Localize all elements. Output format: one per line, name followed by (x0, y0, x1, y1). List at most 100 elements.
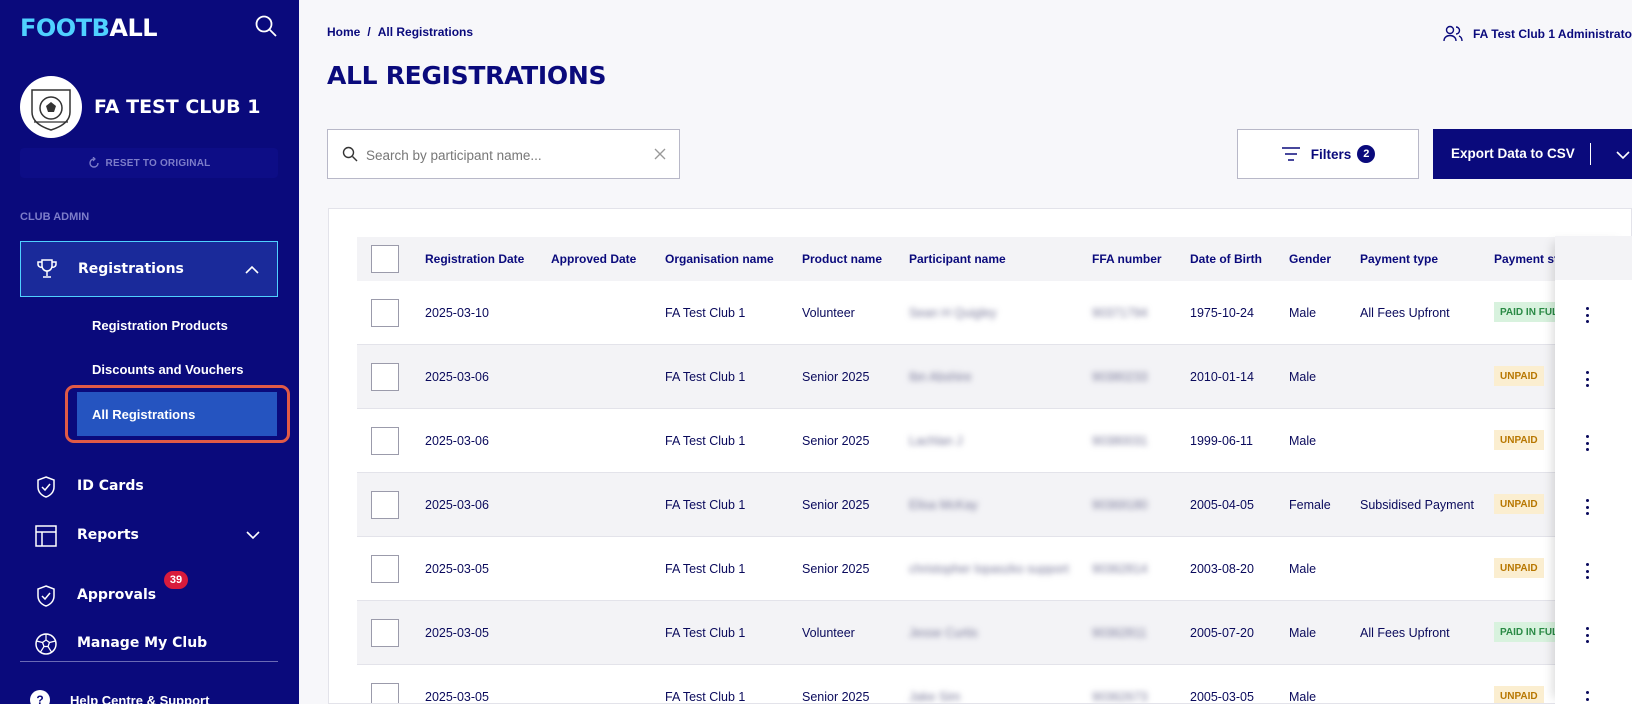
row-checkbox[interactable] (371, 683, 399, 703)
table-row[interactable]: 2025-03-10 FA Test Club 1 Volunteer Sean… (357, 281, 1631, 345)
table-row[interactable]: 2025-03-06 FA Test Club 1 Senior 2025 El… (357, 473, 1631, 537)
table-row[interactable]: 2025-03-05 FA Test Club 1 Senior 2025 ch… (357, 537, 1631, 601)
cell-participant[interactable]: Elisa McKay (909, 498, 978, 512)
row-checkbox[interactable] (371, 491, 399, 519)
more-actions-icon[interactable] (1580, 625, 1594, 645)
table-header: Registration Date Approved Date Organisa… (357, 237, 1631, 281)
more-actions-icon[interactable] (1580, 497, 1594, 517)
button-divider (1590, 143, 1591, 165)
reset-label: RESET TO ORIGINAL (105, 157, 211, 169)
column-header[interactable]: Approved Date (551, 252, 636, 266)
cell-registration-date: 2025-03-06 (425, 434, 489, 448)
sidebar-item-reports[interactable]: Reports (20, 515, 278, 555)
approvals-count-badge: 39 (164, 571, 188, 589)
column-header[interactable]: Gender (1289, 252, 1331, 266)
sidebar: FOOTBALL FA TEST CLUB 1 RESET TO ORIGINA… (0, 0, 299, 704)
row-checkbox[interactable] (371, 299, 399, 327)
search-input[interactable] (366, 142, 646, 168)
row-checkbox[interactable] (371, 427, 399, 455)
column-header[interactable]: Date of Birth (1190, 252, 1262, 266)
highlight-outline (65, 385, 290, 443)
reset-to-original-button[interactable]: RESET TO ORIGINAL (20, 148, 278, 178)
cell-participant[interactable]: Ibn Abshire (909, 370, 972, 384)
status-badge: UNPAID (1494, 366, 1544, 386)
cell-product: Volunteer (802, 626, 855, 640)
cell-participant[interactable]: Sean H Quigley (909, 306, 997, 320)
cell-organisation: FA Test Club 1 (665, 626, 746, 640)
more-actions-icon[interactable] (1580, 689, 1594, 704)
column-header[interactable]: FFA number (1092, 252, 1162, 266)
football-logo[interactable]: FOOTBALL (20, 14, 158, 42)
sidebar-item-approvals[interactable]: Approvals 39 (20, 571, 278, 615)
cell-product: Volunteer (802, 306, 855, 320)
chevron-down-icon[interactable] (1616, 148, 1630, 163)
more-actions-icon[interactable] (1580, 369, 1594, 389)
user-menu[interactable]: FA Test Club 1 Administrator (1443, 25, 1632, 43)
sidebar-item-registrations[interactable]: Registrations (20, 241, 278, 297)
column-header[interactable]: Participant name (909, 252, 1006, 266)
cell-organisation: FA Test Club 1 (665, 690, 746, 704)
column-header[interactable]: Payment type (1360, 252, 1438, 266)
cell-ffa-number: 90380233 (1092, 370, 1148, 384)
cell-ffa-number: 90369180 (1092, 498, 1148, 512)
breadcrumb-home[interactable]: Home (327, 25, 360, 39)
table-row[interactable]: 2025-03-06 FA Test Club 1 Senior 2025 La… (357, 409, 1631, 473)
cell-dob: 2005-07-20 (1190, 626, 1254, 640)
sidebar-item-manage-my-club[interactable]: Manage My Club (20, 623, 278, 663)
row-checkbox[interactable] (371, 555, 399, 583)
status-badge: UNPAID (1494, 686, 1544, 703)
cell-organisation: FA Test Club 1 (665, 562, 746, 576)
shield-check-icon (34, 584, 58, 613)
football-icon (34, 632, 58, 661)
cell-product: Senior 2025 (802, 370, 870, 384)
help-icon: ? (30, 690, 50, 704)
export-csv-button[interactable]: Export Data to CSV (1433, 129, 1632, 179)
trophy-icon (35, 257, 59, 286)
cell-registration-date: 2025-03-05 (425, 626, 489, 640)
sidebar-subitem-registration-products[interactable]: Registration Products (92, 318, 228, 333)
cell-gender: Female (1289, 498, 1331, 512)
logo-part-1: FOOTB (20, 14, 110, 42)
club-crest-icon (20, 76, 82, 138)
sidebar-subitem-discounts-vouchers[interactable]: Discounts and Vouchers (92, 362, 243, 377)
row-checkbox[interactable] (371, 363, 399, 391)
cell-ffa-number: 90362811 (1092, 626, 1147, 640)
column-header[interactable]: Registration Date (425, 252, 524, 266)
more-actions-icon[interactable] (1580, 561, 1594, 581)
cell-registration-date: 2025-03-06 (425, 498, 489, 512)
club-name: FA TEST CLUB 1 (94, 96, 261, 118)
cell-participant[interactable]: christopher lopaszko support (909, 562, 1069, 576)
cell-participant[interactable]: Jake Sim (909, 690, 960, 703)
row-checkbox[interactable] (371, 619, 399, 647)
cell-gender: Male (1289, 626, 1317, 640)
table-row[interactable]: 2025-03-06 FA Test Club 1 Senior 2025 Ib… (357, 345, 1631, 409)
search-icon (342, 146, 358, 167)
column-header[interactable]: Payment st (1494, 252, 1558, 266)
column-header[interactable]: Organisation name (665, 252, 774, 266)
filter-icon (1281, 147, 1300, 161)
page-title: ALL REGISTRATIONS (327, 61, 607, 90)
select-all-checkbox[interactable] (371, 245, 399, 273)
cell-participant[interactable]: Jesse Curtis (909, 626, 978, 640)
cell-gender: Male (1289, 306, 1317, 320)
more-actions-icon[interactable] (1580, 305, 1594, 325)
more-actions-icon[interactable] (1580, 433, 1594, 453)
help-centre-link[interactable]: ? Help Centre & Support (30, 690, 209, 704)
breadcrumb-current[interactable]: All Registrations (378, 25, 473, 39)
cell-participant[interactable]: Lachlan J (909, 434, 963, 448)
filters-button[interactable]: Filters 2 (1237, 129, 1419, 179)
column-header[interactable]: Product name (802, 252, 882, 266)
cell-gender: Male (1289, 562, 1317, 576)
cell-dob: 2005-03-05 (1190, 690, 1254, 704)
close-icon[interactable] (653, 147, 667, 166)
cell-payment-type: Subsidised Payment (1360, 498, 1474, 512)
registrations-table-card: Registration Date Approved Date Organisa… (328, 208, 1632, 704)
table-row[interactable]: 2025-03-05 FA Test Club 1 Senior 2025 Ja… (357, 665, 1631, 704)
status-badge: PAID IN FUL (1494, 622, 1565, 642)
sidebar-item-id-cards[interactable]: ID Cards (20, 466, 278, 506)
table-row[interactable]: 2025-03-05 FA Test Club 1 Volunteer Jess… (357, 601, 1631, 665)
cell-registration-date: 2025-03-10 (425, 306, 489, 320)
sidebar-item-label: Approvals (77, 587, 157, 603)
cell-organisation: FA Test Club 1 (665, 434, 746, 448)
search-icon[interactable] (254, 14, 282, 42)
